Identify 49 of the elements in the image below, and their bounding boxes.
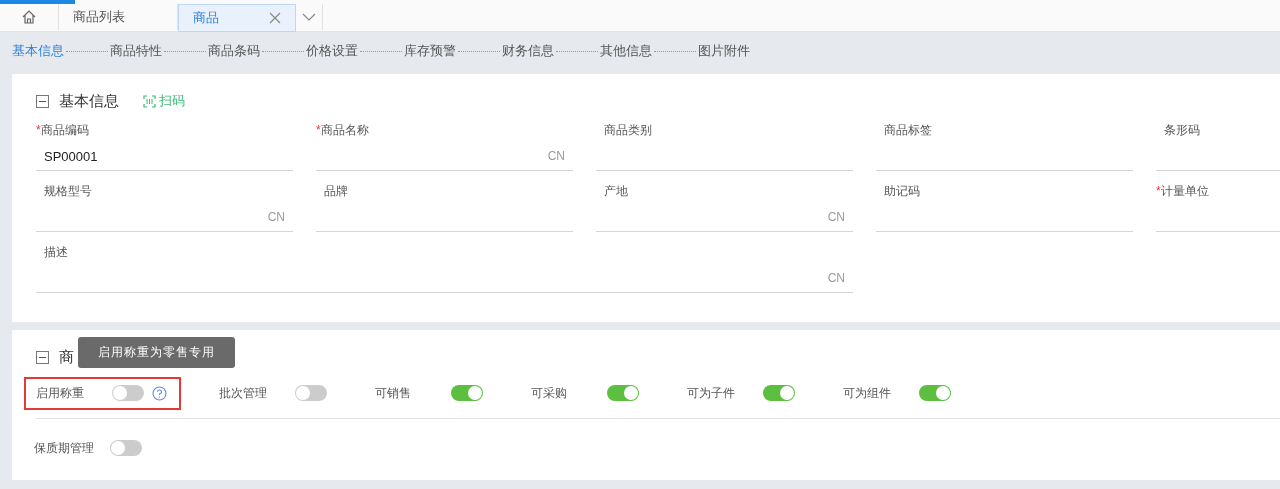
language-suffix: CN [827, 271, 845, 285]
field-label: *计量单位 [1156, 183, 1210, 200]
tooltip: 启用称重为零售专用 [78, 336, 235, 368]
section-title: 商 [59, 347, 74, 367]
toggle-switch[interactable] [451, 385, 483, 401]
field-label: 条形码 [1163, 122, 1201, 139]
page-tab[interactable]: 商品 [178, 4, 296, 32]
switch-label: 可销售 [375, 384, 412, 402]
close-icon[interactable] [269, 12, 281, 24]
toggle-switch[interactable] [295, 385, 327, 401]
field-label: 描述 [43, 244, 69, 261]
field-label: 商品类别 [603, 122, 653, 139]
switch-label: 保质期管理 [34, 439, 95, 457]
step-link[interactable]: 商品特性 [110, 42, 162, 60]
language-suffix: CN [547, 149, 565, 163]
switch-label: 批次管理 [219, 384, 268, 402]
language-suffix: CN [827, 210, 845, 224]
help-icon[interactable] [152, 385, 167, 401]
field-label: 助记码 [883, 183, 921, 200]
scan-icon [143, 94, 156, 108]
switch-label: 可为子件 [687, 384, 736, 402]
field-label: 规格型号 [43, 183, 93, 200]
switch-label: 可采购 [531, 384, 568, 402]
field-label: *商品名称 [316, 122, 370, 139]
collapse-icon[interactable] [36, 94, 49, 108]
language-suffix: CN [267, 210, 285, 224]
step-link[interactable]: 库存预警 [404, 42, 456, 60]
step-link[interactable]: 价格设置 [306, 42, 358, 60]
collapse-icon[interactable] [36, 350, 49, 364]
field-label: 品牌 [323, 183, 349, 200]
chevron-down-icon [302, 13, 316, 21]
toggle-switch[interactable] [607, 385, 639, 401]
home-icon [21, 9, 37, 25]
field-label: *商品编码 [36, 122, 90, 139]
field-label: 商品标签 [883, 122, 933, 139]
step-link[interactable]: 商品条码 [208, 42, 260, 60]
toggle-switch[interactable] [919, 385, 951, 401]
section-title: 基本信息 [59, 91, 119, 111]
toggle-switch[interactable] [110, 440, 142, 456]
step-link[interactable]: 其他信息 [600, 42, 652, 60]
field-label: 产地 [603, 183, 629, 200]
step-link[interactable]: 图片附件 [698, 42, 750, 60]
switch-label: 可为组件 [843, 384, 892, 402]
switch-label: 启用称重 [36, 384, 85, 402]
step-link[interactable]: 财务信息 [502, 42, 554, 60]
toggle-switch[interactable] [763, 385, 795, 401]
toggle-switch[interactable] [112, 385, 144, 401]
step-link[interactable]: 基本信息 [12, 42, 64, 60]
input-field[interactable]: SP00001 [36, 144, 293, 171]
